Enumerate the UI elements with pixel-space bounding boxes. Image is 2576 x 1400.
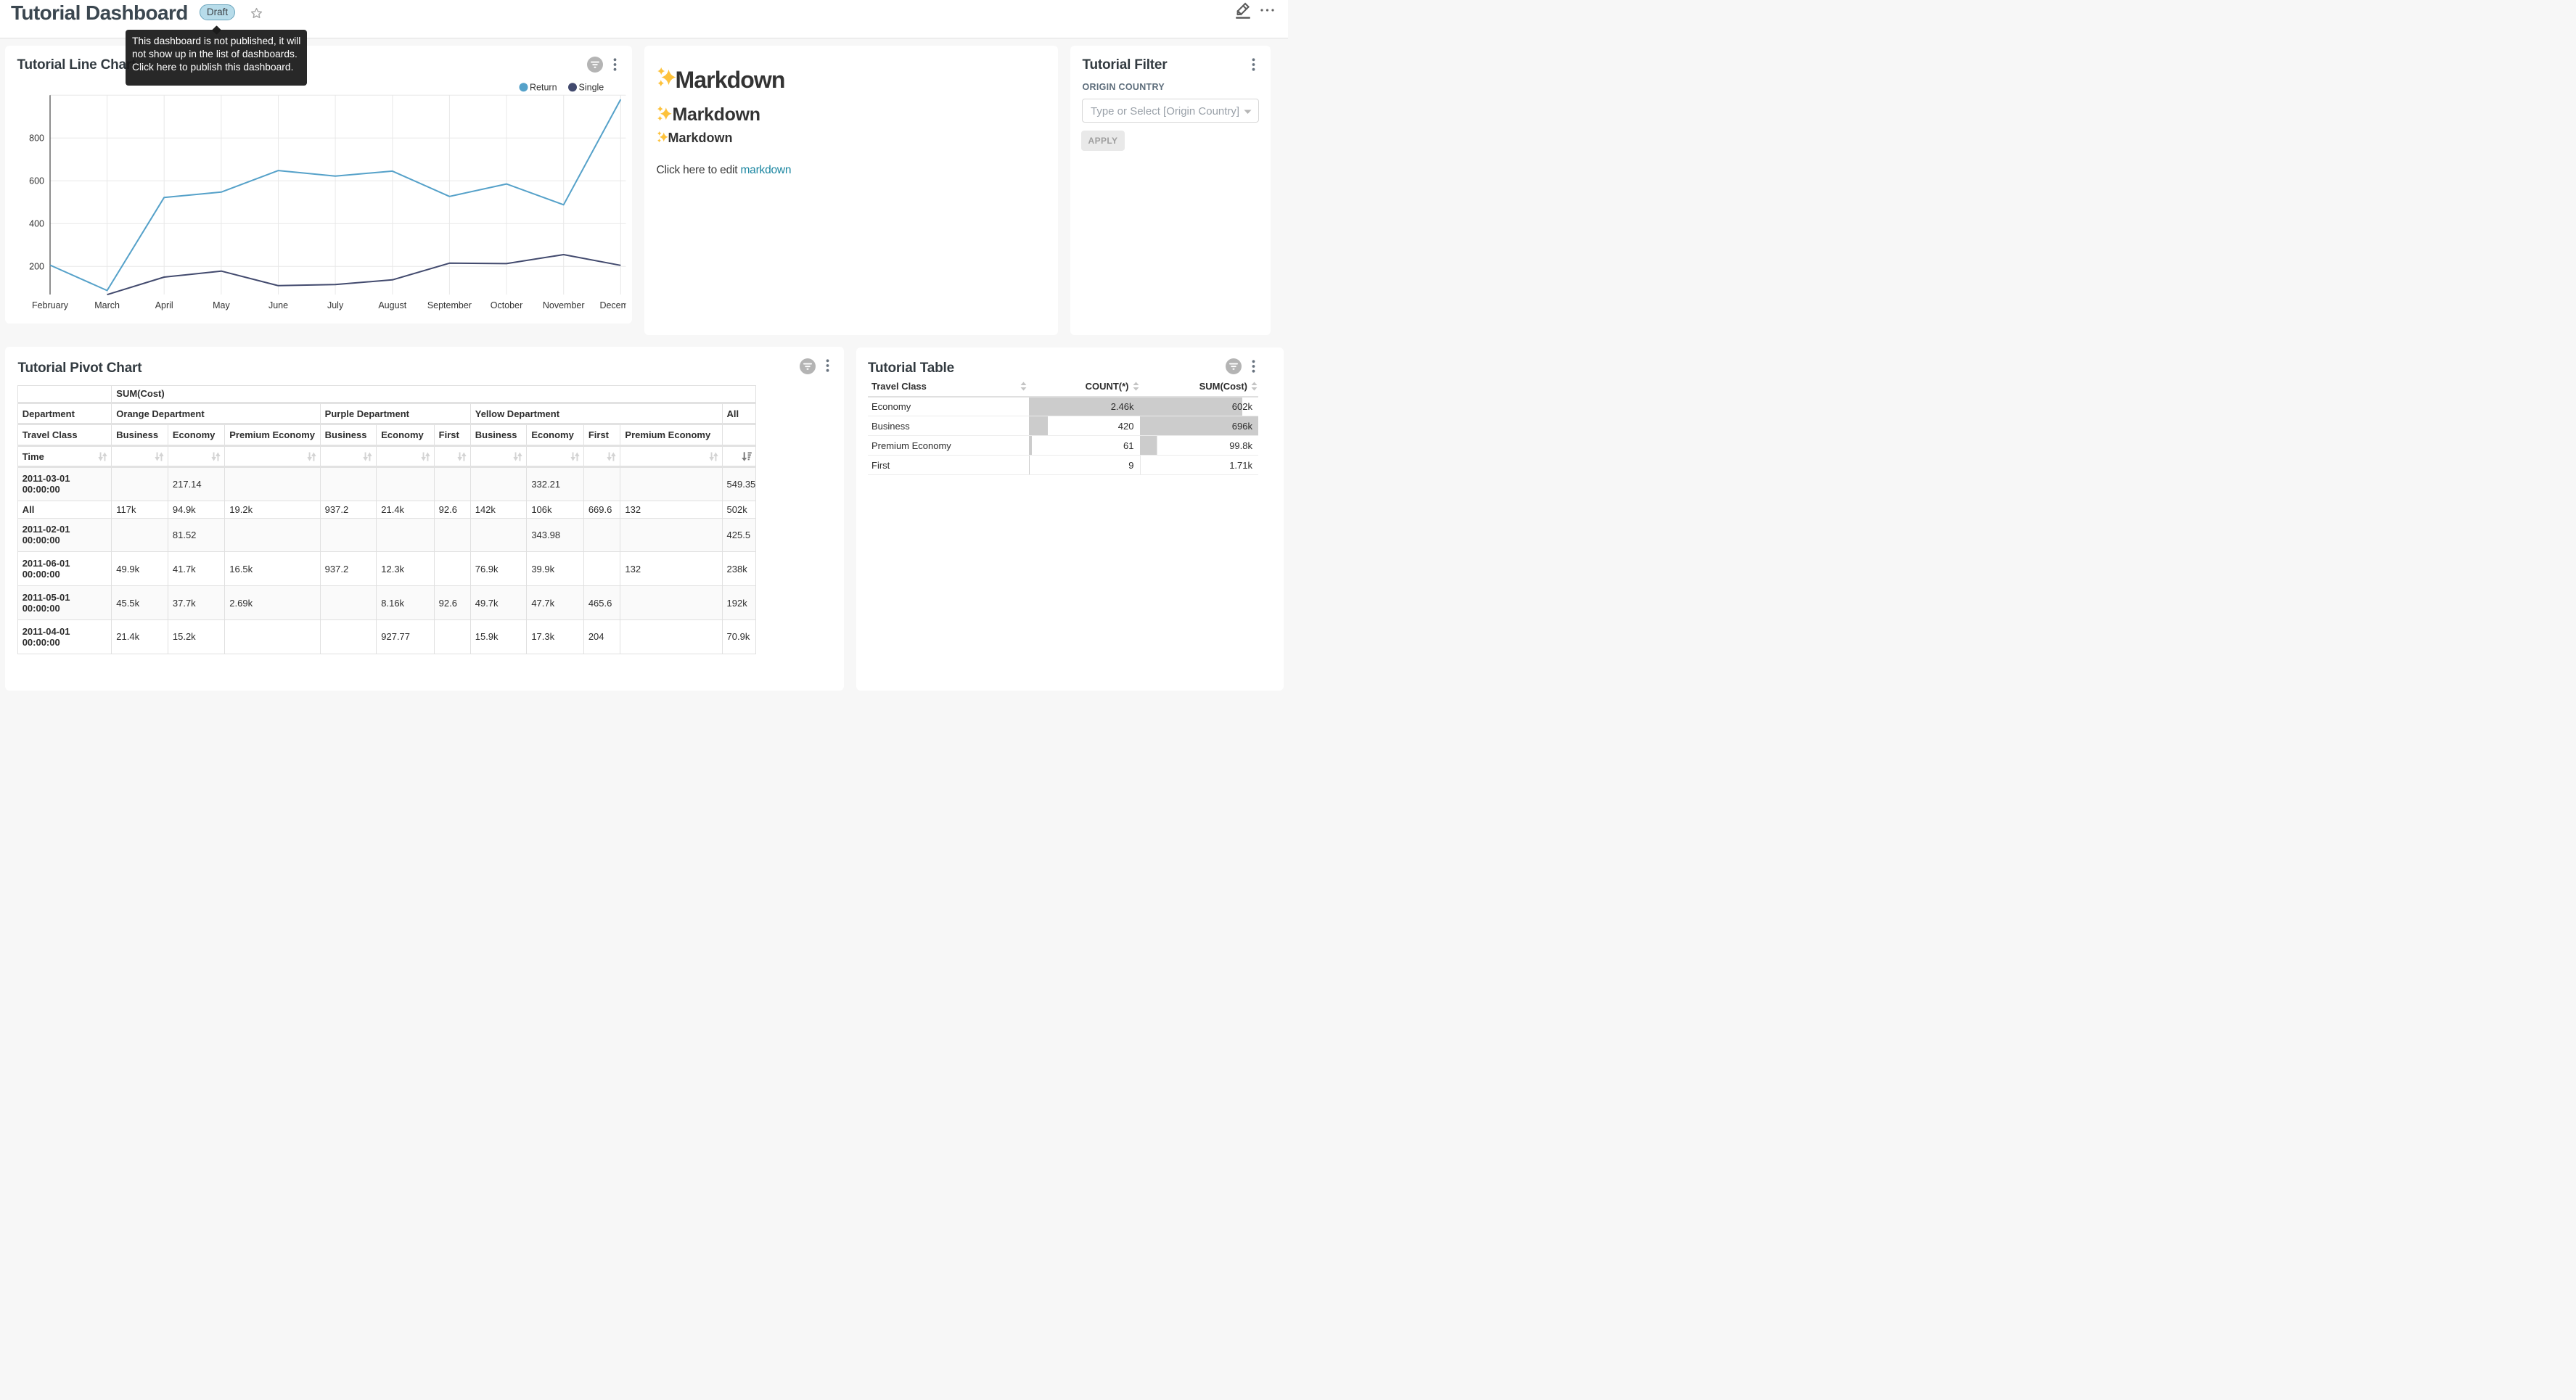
svg-text:December: December xyxy=(599,300,626,310)
svg-text:September: September xyxy=(427,300,472,310)
svg-text:June: June xyxy=(268,300,288,310)
svg-text:200: 200 xyxy=(29,261,44,271)
svg-text:800: 800 xyxy=(29,133,44,143)
svg-text:October: October xyxy=(491,300,522,310)
svg-text:Single: Single xyxy=(579,82,604,92)
svg-text:400: 400 xyxy=(29,218,44,228)
svg-text:Return: Return xyxy=(530,82,557,92)
svg-text:August: August xyxy=(378,300,406,310)
svg-text:May: May xyxy=(213,300,230,310)
svg-text:July: July xyxy=(327,300,344,310)
svg-text:March: March xyxy=(94,300,120,310)
svg-text:November: November xyxy=(543,300,585,310)
svg-text:600: 600 xyxy=(29,176,44,186)
svg-text:February: February xyxy=(32,300,69,310)
svg-text:April: April xyxy=(155,300,173,310)
